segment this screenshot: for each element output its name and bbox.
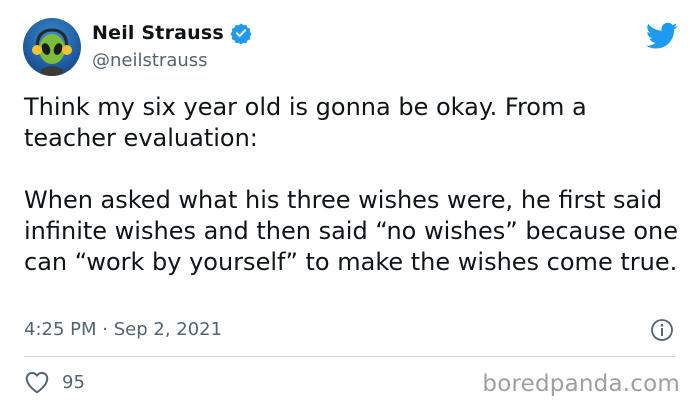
info-icon[interactable] [650, 318, 674, 342]
tweet-time[interactable]: 4:25 PM [24, 319, 97, 340]
author-name-row[interactable]: Neil Strauss [92, 22, 252, 44]
tweet-date[interactable]: Sep 2, 2021 [114, 319, 222, 340]
verified-badge-icon [230, 23, 252, 44]
twitter-bird-icon[interactable] [646, 22, 678, 50]
tweet-paragraph: Think my six year old is gonna be okay. … [24, 93, 587, 152]
like-count: 95 [62, 371, 85, 393]
heart-icon[interactable] [24, 370, 50, 394]
author-handle[interactable]: @neilstrauss [92, 50, 208, 71]
avatar[interactable] [23, 18, 81, 76]
divider [24, 356, 676, 357]
author-name[interactable]: Neil Strauss [92, 22, 224, 44]
tweet-text: Think my six year old is gonna be okay. … [24, 92, 684, 278]
watermark: boredpanda.com [482, 371, 680, 397]
alien-avatar-icon [32, 28, 72, 76]
timestamp-separator: · [102, 319, 114, 340]
tweet-paragraph: When asked what his three wishes were, h… [24, 186, 678, 276]
like-action[interactable]: 95 [24, 370, 85, 394]
tweet-card: Neil Strauss @neilstrauss Think my six y… [0, 0, 700, 410]
tweet-timestamp[interactable]: 4:25 PM · Sep 2, 2021 [24, 319, 222, 340]
